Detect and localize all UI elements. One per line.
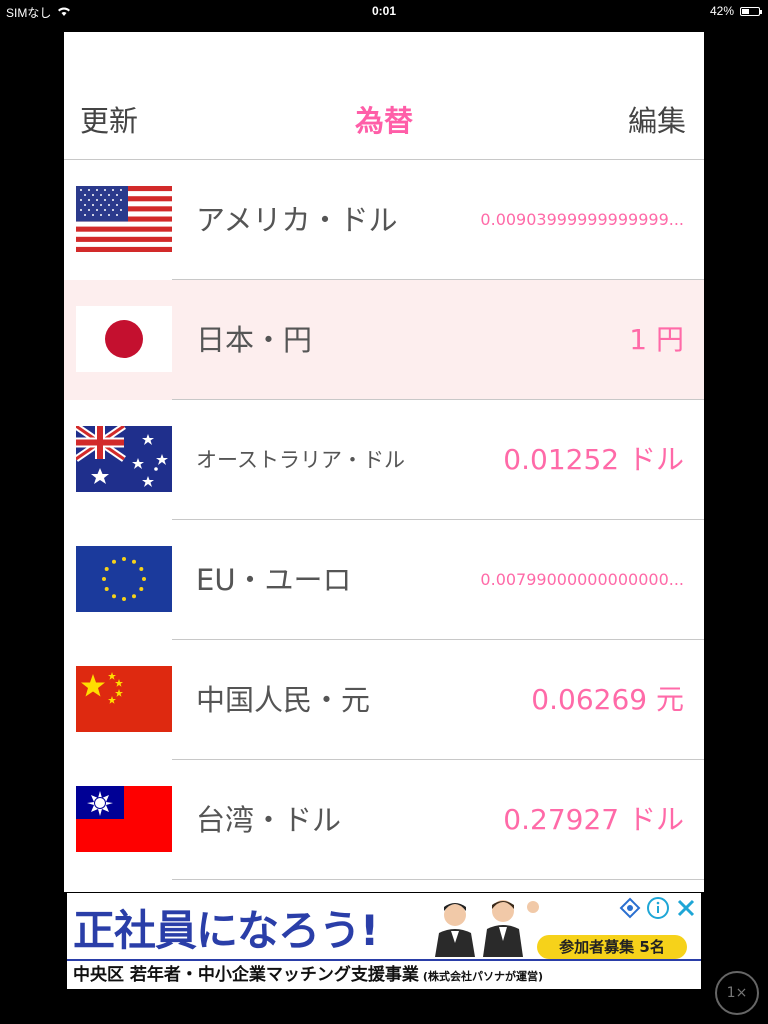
currency-list: アメリカ・ドル 0.00903999999999999... 日本・円 1 円: [64, 160, 704, 880]
currency-name: アメリカ・ドル: [196, 203, 398, 237]
refresh-button[interactable]: 更新: [80, 98, 138, 140]
currency-rate: 0.00799000000000000...: [480, 570, 684, 589]
currency-name: EU・ユーロ: [196, 563, 352, 597]
close-icon[interactable]: [675, 897, 697, 919]
currency-row-aud[interactable]: オーストラリア・ドル 0.01252 ドル: [64, 400, 704, 520]
edit-button[interactable]: 編集: [628, 98, 686, 140]
navigation-bar: 更新 為替 編集: [64, 32, 704, 160]
china-flag-icon: [76, 666, 172, 732]
battery-percent: 42%: [709, 4, 734, 18]
ad-people-image: [415, 897, 545, 957]
us-flag-icon: [76, 186, 172, 252]
clock: 0:01: [371, 4, 397, 18]
eu-flag-icon: [76, 546, 172, 612]
currency-rate: 0.00903999999999999...: [480, 210, 684, 229]
currency-row-usd[interactable]: アメリカ・ドル 0.00903999999999999...: [64, 160, 704, 280]
currency-name: 中国人民・元: [196, 683, 371, 717]
currency-row-jpy[interactable]: 日本・円 1 円: [64, 280, 704, 400]
currency-row-twd[interactable]: 台湾・ドル 0.27927 ドル: [64, 760, 704, 880]
zoom-button[interactable]: 1×: [715, 971, 759, 1015]
ad-choices-icon[interactable]: [619, 897, 641, 919]
currency-name: 台湾・ドル: [196, 803, 342, 837]
ad-banner[interactable]: 正社員になろう! 参加者募集 5名 中央区 若年者・中小企業マッチング支援事業(…: [67, 893, 701, 989]
page-title: 為替: [354, 104, 413, 138]
battery-fill: [742, 8, 749, 14]
japan-flag-icon: [76, 306, 172, 372]
currency-name: オーストラリア・ドル: [196, 448, 405, 472]
taiwan-flag-icon: [76, 786, 172, 852]
currency-rate: 0.06269 元: [531, 683, 684, 716]
ad-badge: 参加者募集 5名: [537, 935, 687, 959]
currency-row-cny[interactable]: 中国人民・元 0.06269 元: [64, 640, 704, 760]
ad-bottom-label: 中央区 若年者・中小企業マッチング支援事業: [73, 965, 419, 985]
currency-rate: 1 円: [629, 323, 684, 356]
australia-flag-icon: [76, 426, 172, 492]
ad-headline: 正社員になろう!: [73, 906, 379, 955]
status-bar: SIMなし 0:01 42%: [0, 0, 768, 22]
currency-name: 日本・円: [196, 323, 313, 357]
currency-rate: 0.01252 ドル: [503, 443, 684, 476]
ad-bottom-text: 中央区 若年者・中小企業マッチング支援事業 (株式会社パソナが運営): [67, 959, 701, 989]
row-divider: [172, 879, 704, 880]
currency-row-eur[interactable]: EU・ユーロ 0.00799000000000000...: [64, 520, 704, 640]
battery-icon: [740, 6, 762, 16]
ad-bottom-sublabel: (株式会社パソナが運営): [422, 970, 543, 983]
app-window: 更新 為替 編集 アメリカ・ドル 0.00903999999999999... …: [64, 32, 704, 892]
currency-rate: 0.27927 ドル: [503, 803, 684, 836]
info-icon[interactable]: [647, 897, 669, 919]
